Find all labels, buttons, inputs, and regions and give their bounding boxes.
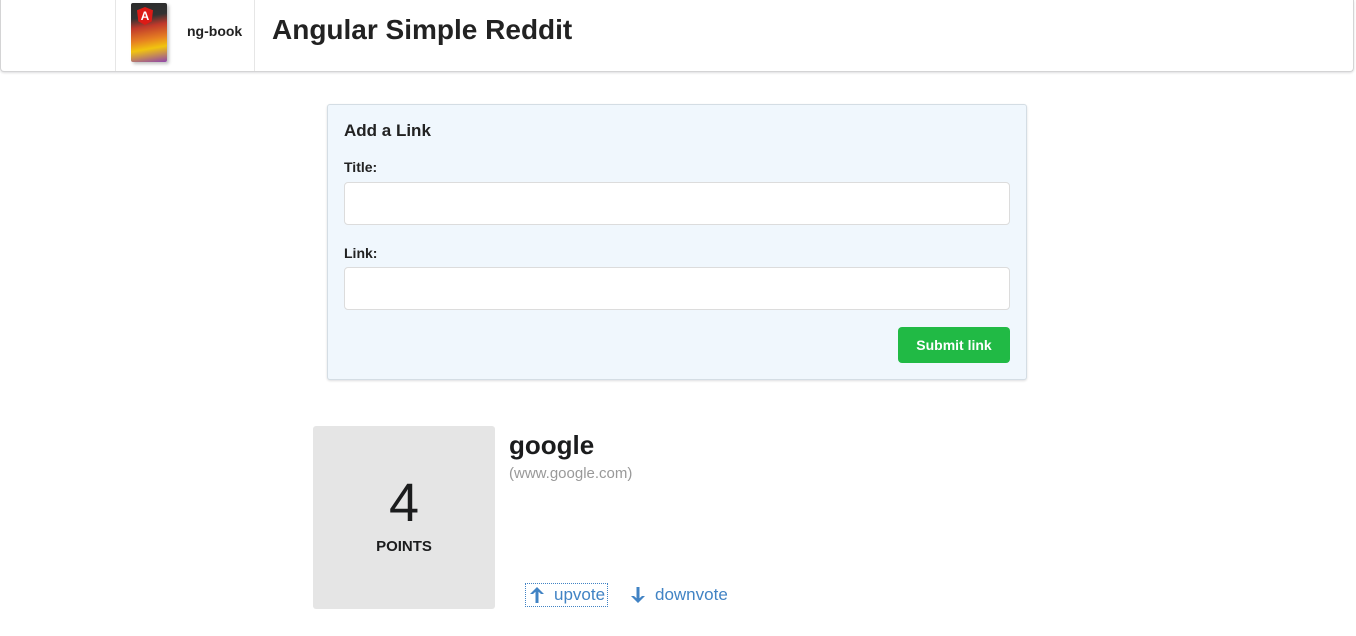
link-input[interactable] xyxy=(344,267,1010,310)
arrow-up-icon xyxy=(530,587,544,603)
title-input[interactable] xyxy=(344,182,1010,225)
menu-divider xyxy=(115,0,116,71)
ng-book-cover-logo[interactable]: A xyxy=(131,3,167,62)
add-link-form: Add a Link Title: Link: Submit link xyxy=(327,104,1027,380)
arrow-down-icon xyxy=(631,587,645,603)
submit-link-button[interactable]: Submit link xyxy=(898,327,1010,363)
downvote-label: downvote xyxy=(655,585,728,604)
upvote-link[interactable]: upvote xyxy=(524,583,609,607)
downvote-link[interactable]: downvote xyxy=(629,584,728,606)
top-menu: A ng-book Angular Simple Reddit xyxy=(0,0,1354,72)
link-label: Link: xyxy=(344,245,378,261)
votes-count: 4 xyxy=(388,473,420,533)
article-title-link[interactable]: google xyxy=(509,430,594,461)
brand-name[interactable]: ng-book xyxy=(187,23,242,39)
form-heading: Add a Link xyxy=(344,121,431,140)
votes-box: 4 POINTS xyxy=(313,426,495,609)
votes-label: POINTS xyxy=(376,538,432,555)
article-domain: (www.google.com) xyxy=(509,465,633,482)
page-title: Angular Simple Reddit xyxy=(272,14,573,45)
angular-logo-icon: A xyxy=(137,7,153,25)
menu-divider xyxy=(254,0,255,71)
title-label: Title: xyxy=(344,159,378,175)
upvote-label: upvote xyxy=(554,585,606,604)
